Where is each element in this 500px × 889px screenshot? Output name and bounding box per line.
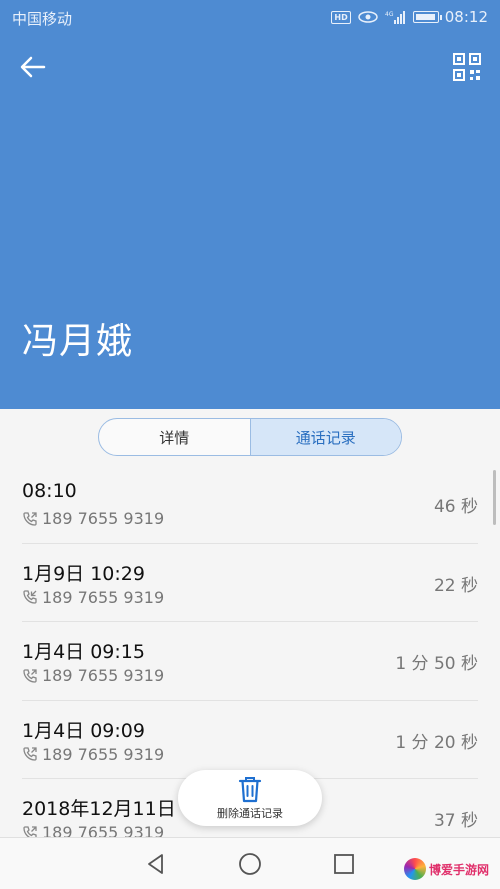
eye-icon: [358, 11, 378, 23]
call-duration: 46 秒: [433, 497, 478, 517]
tab-details[interactable]: 详情: [99, 419, 250, 455]
battery-icon: [412, 11, 442, 23]
phone-number: 189 7655 9319: [42, 744, 165, 764]
tab-call-log[interactable]: 通话记录: [249, 419, 401, 455]
call-duration: 22 秒: [433, 575, 478, 596]
phone-number: 189 7655 9319: [42, 509, 165, 528]
call-time: 2018年12月11日: [22, 798, 176, 820]
outgoing-call-icon: [23, 668, 37, 683]
call-log-row[interactable]: 1月4日 09:15 189 7655 9319 1 分 50 秒: [22, 622, 478, 701]
incoming-call-icon: [23, 590, 37, 604]
contact-header: 中国移动 HD 4G 08:12 冯月娥: [0, 0, 500, 409]
call-time: 1月4日 09:15: [22, 641, 145, 663]
contact-name: 冯月娥: [22, 321, 134, 362]
qr-code-icon[interactable]: [452, 52, 482, 82]
status-icons: HD 4G 08:12: [331, 8, 488, 26]
carrier-name: 中国移动: [12, 10, 73, 28]
nav-back-icon[interactable]: [143, 851, 169, 877]
call-time: 1月9日 10:29: [22, 562, 145, 585]
call-duration: 1 分 50 秒: [395, 654, 478, 674]
network-label: 4G: [385, 11, 394, 18]
tab-bar: 详情 通话记录: [98, 418, 402, 456]
call-log-row[interactable]: 1月9日 10:29 189 7655 9319 22 秒: [22, 544, 478, 622]
call-phone: 189 7655 9319: [22, 509, 164, 528]
phone-number: 189 7655 9319: [42, 666, 165, 685]
delete-call-log-button[interactable]: 删除通话记录: [178, 770, 322, 826]
signal-icon: 4G: [385, 11, 405, 24]
call-phone: 189 7655 9319: [22, 745, 164, 764]
phone-number: 189 7655 9319: [42, 587, 165, 607]
nav-home-icon[interactable]: [237, 851, 263, 877]
call-time: 1月4日 09:09: [22, 719, 145, 742]
outgoing-call-icon: [23, 511, 37, 526]
hd-badge: HD: [331, 10, 351, 24]
nav-recents-icon[interactable]: [331, 851, 357, 877]
outgoing-call-icon: [23, 747, 37, 761]
scrollbar[interactable]: [493, 470, 496, 525]
call-log-row[interactable]: 1月4日 09:09 189 7655 9319 1 分 20 秒: [22, 701, 478, 779]
trash-icon: [238, 777, 262, 803]
back-arrow-icon[interactable]: [16, 50, 50, 84]
status-bar: 中国移动 HD 4G 08:12: [0, 0, 500, 34]
call-log-row[interactable]: 08:10 189 7655 9319 46 秒: [22, 465, 478, 544]
call-duration: 37 秒: [433, 811, 478, 831]
watermark-text: 博爱手游网: [429, 862, 490, 877]
call-duration: 1 分 20 秒: [395, 732, 478, 753]
watermark-logo: [404, 858, 426, 880]
call-time: 08:10: [22, 480, 77, 502]
watermark: 博爱手游网: [404, 853, 494, 885]
call-phone: 189 7655 9319: [22, 666, 164, 685]
delete-label: 删除通话记录: [217, 807, 283, 820]
clock: 08:12: [444, 8, 488, 26]
call-phone: 189 7655 9319: [22, 588, 164, 607]
